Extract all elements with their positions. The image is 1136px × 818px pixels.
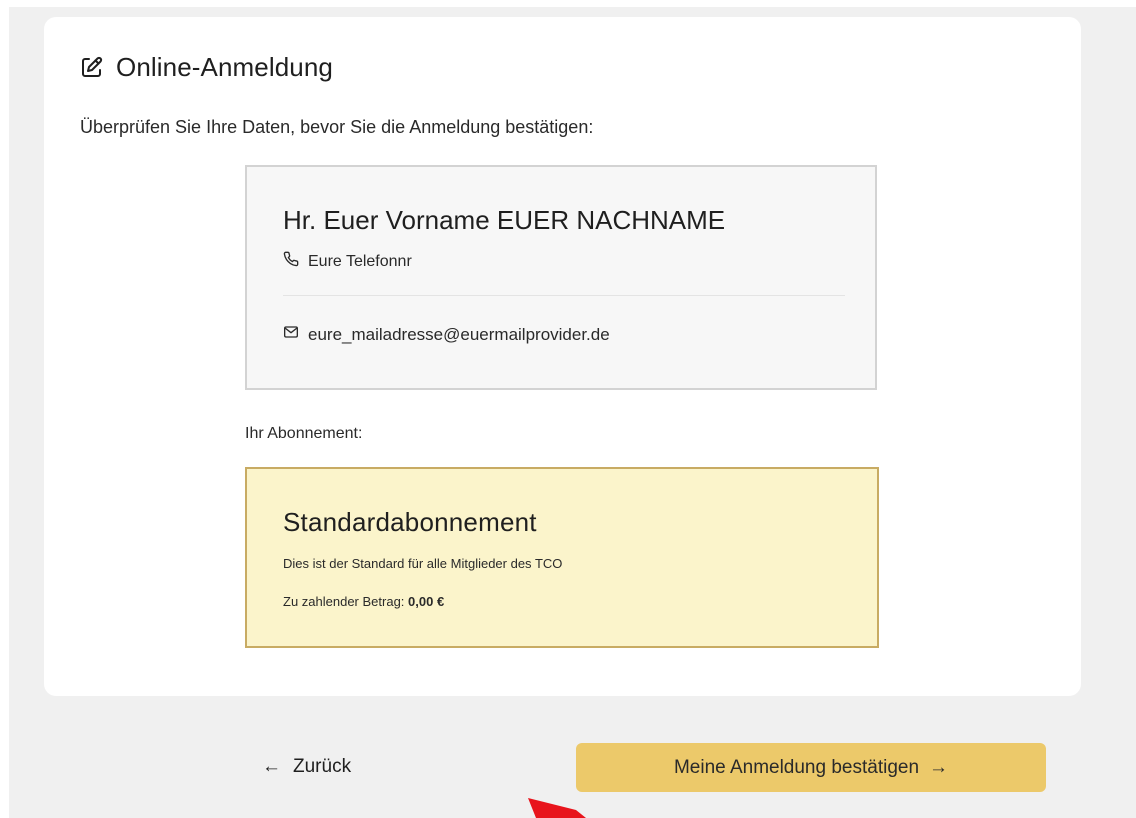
- contact-phone-text: Eure Telefonnr: [308, 252, 412, 270]
- contact-email-text: eure_mailadresse@euermailprovider.de: [308, 324, 610, 344]
- amount-value: 0,00 €: [408, 594, 445, 609]
- contact-divider: [283, 295, 845, 296]
- amount-label: Zu zahlender Betrag:: [283, 594, 409, 609]
- contact-phone: Eure Telefonnr: [283, 251, 412, 272]
- subscription-label: Ihr Abonnement:: [245, 425, 363, 442]
- subscription-description: Dies ist der Standard für alle Mitgliede…: [283, 556, 563, 571]
- mail-icon: [283, 324, 299, 345]
- contact-name: Hr. Euer Vorname EUER NACHNAME: [283, 205, 726, 235]
- edit-icon: [80, 55, 104, 79]
- subscription-box: Standardabonnement Dies ist der Standard…: [245, 467, 879, 648]
- contact-summary-box: Hr. Euer Vorname EUER NACHNAME Eure Tele…: [245, 165, 877, 390]
- subscription-amount: Zu zahlender Betrag: 0,00 €: [283, 594, 444, 609]
- confirm-registration-button[interactable]: Meine Anmeldung bestätigen →: [576, 743, 1046, 792]
- contact-email: eure_mailadresse@euermailprovider.de: [283, 324, 610, 345]
- red-pointer-arrow: [528, 798, 586, 818]
- phone-icon: [283, 251, 299, 272]
- arrow-right-icon: →: [929, 756, 949, 778]
- page-title: Online-Anmeldung: [116, 51, 333, 82]
- page-heading: Online-Anmeldung: [80, 50, 333, 84]
- confirm-label: Meine Anmeldung bestätigen: [673, 756, 920, 778]
- arrow-left-icon: ←: [262, 756, 281, 777]
- back-label: Zurück: [293, 756, 352, 777]
- back-button[interactable]: ← Zurück: [262, 752, 351, 782]
- subscription-title: Standardabonnement: [283, 507, 537, 537]
- intro-text: Überprüfen Sie Ihre Daten, bevor Sie die…: [80, 117, 594, 137]
